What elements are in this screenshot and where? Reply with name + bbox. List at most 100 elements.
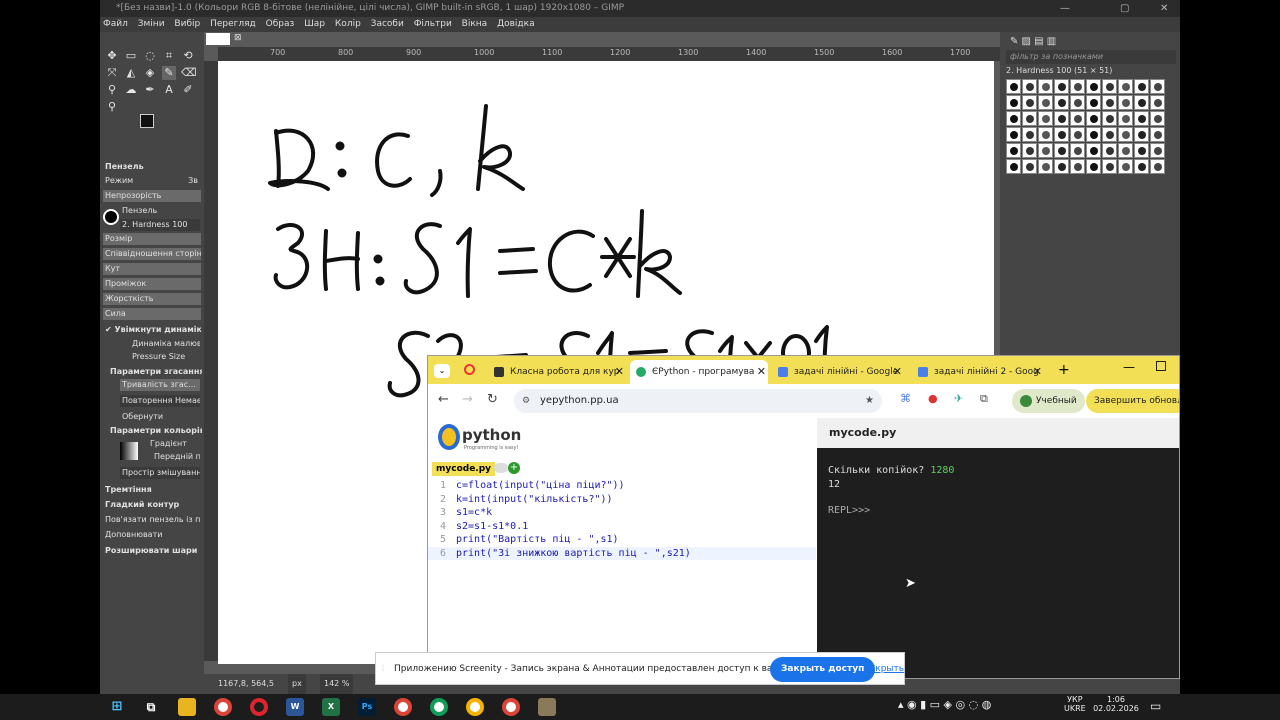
chrome-profile-icon[interactable]	[430, 698, 448, 716]
word-icon[interactable]: W	[286, 698, 304, 716]
brush-thumbnail[interactable]	[1006, 79, 1021, 94]
toggle-icon[interactable]	[494, 463, 508, 473]
text-tool-icon[interactable]: A	[162, 83, 176, 97]
brush-thumbnail[interactable]	[1006, 159, 1021, 174]
lock-brush-toggle[interactable]: Пов'язати пензель із п	[103, 514, 201, 526]
close-tab-icon[interactable]: ✕	[615, 360, 624, 384]
bucket-icon[interactable]: ◈	[143, 66, 157, 80]
extension-icon[interactable]: ✈	[954, 392, 963, 405]
fade-params-header[interactable]: Параметри згасання	[108, 366, 202, 378]
brush-thumbnail[interactable]	[1038, 143, 1053, 158]
brush-thumbnail[interactable]	[1070, 159, 1085, 174]
brush-thumbnail[interactable]	[1102, 111, 1117, 126]
tab-docs-2[interactable]: задачі лінійні 2 - Goog ✕	[912, 360, 1044, 384]
hide-link[interactable]: Скрыть	[869, 653, 904, 686]
gradient-preview-icon[interactable]	[120, 442, 138, 460]
color-picker-icon[interactable]: ✐	[181, 83, 195, 97]
finish-update-button[interactable]: Завершить обновлени	[1086, 389, 1179, 413]
menu-help[interactable]: Довідка	[497, 19, 535, 29]
brush-thumbnail[interactable]	[1038, 159, 1053, 174]
close-tab-icon[interactable]: ✕	[757, 360, 766, 384]
crop-icon[interactable]: ⌗	[162, 49, 176, 63]
bookmark-star-icon[interactable]: ★	[865, 389, 874, 413]
tab-search-icon[interactable]: ⌄	[434, 364, 450, 378]
dynamics-toggle[interactable]: ✔ Увімкнути динаміку	[103, 324, 201, 336]
jitter-toggle[interactable]: Тремтіння	[103, 484, 201, 496]
site-info-icon[interactable]: ⚙	[522, 389, 530, 413]
zoom-select[interactable]: 142 %	[320, 674, 354, 694]
start-icon[interactable]: ⊞	[108, 698, 126, 716]
brush-thumbnail[interactable]	[1118, 127, 1133, 142]
brush-thumbnail[interactable]	[1006, 95, 1021, 110]
smudge-icon[interactable]: ☁	[124, 83, 138, 97]
size-slider[interactable]: Розмір	[103, 233, 201, 245]
menu-image[interactable]: Образ	[266, 19, 295, 29]
new-tab-button[interactable]: +	[1058, 362, 1070, 378]
drag-handle-icon[interactable]: ⦙	[382, 653, 384, 686]
brush-thumbnail[interactable]	[1086, 159, 1101, 174]
brush-name-field[interactable]: 2. Hardness 100	[120, 219, 200, 231]
brush-thumbnail[interactable]	[1118, 159, 1133, 174]
fade-length-slider[interactable]: Тривалість згас...	[120, 379, 200, 391]
tab-epython[interactable]: ЄPython - програмува ✕	[630, 360, 768, 384]
code-line-5[interactable]: 5 print("Вартість піц - ",s1)	[428, 533, 816, 546]
gradient-value[interactable]: Передній пл	[152, 451, 200, 463]
rect-select-icon[interactable]: ▭	[124, 49, 138, 63]
brush-thumbnail[interactable]	[1134, 159, 1149, 174]
brush-thumbnail[interactable]	[1022, 159, 1037, 174]
brush-thumbnail[interactable]	[1006, 127, 1021, 142]
code-line-1[interactable]: 1 c=float(input("ціна піци?"))	[428, 479, 816, 492]
maximize-button[interactable]: ▢	[1120, 0, 1129, 17]
brush-thumbnail[interactable]	[1102, 79, 1117, 94]
expand-layers-toggle[interactable]: Розширювати шари	[103, 545, 201, 557]
file-tab[interactable]: mycode.py	[432, 462, 496, 476]
minimize-button[interactable]: —	[1123, 360, 1135, 374]
file-explorer-icon[interactable]	[178, 698, 196, 716]
brush-thumbnail[interactable]	[1150, 95, 1165, 110]
tab-docs-1[interactable]: задачі лінійні - Google ✕	[772, 360, 904, 384]
brush-preview-icon[interactable]	[103, 209, 119, 225]
brush-thumbnail[interactable]	[1054, 127, 1069, 142]
menu-filters[interactable]: Фільтри	[414, 19, 452, 29]
brushes-tab-icon[interactable]: ✎ ▨ ▤ ▥	[1010, 36, 1056, 47]
aspect-slider[interactable]: Співвідношення сторін	[103, 248, 201, 260]
force-slider[interactable]: Сила	[103, 308, 201, 320]
brush-thumbnail[interactable]	[1118, 111, 1133, 126]
notification-icon[interactable]: ▭	[1150, 699, 1161, 713]
menu-file[interactable]: Файл	[103, 19, 128, 29]
mode-row[interactable]: Режим Зв	[103, 175, 201, 187]
brush-thumbnail[interactable]	[1086, 111, 1101, 126]
menu-edit[interactable]: Зміни	[138, 19, 165, 29]
input-language[interactable]: УКР UKRE	[1064, 695, 1086, 713]
close-image-icon[interactable]: ⊠	[234, 33, 242, 43]
dynamics-value[interactable]: Pressure Size	[130, 351, 200, 363]
extensions-puzzle-icon[interactable]: ⧉	[980, 392, 988, 406]
brush-thumbnail[interactable]	[1022, 95, 1037, 110]
back-icon[interactable]: ←	[438, 392, 449, 407]
chrome-profile-icon[interactable]	[394, 698, 412, 716]
minimize-button[interactable]: —	[1060, 0, 1070, 17]
close-button[interactable]: ✕	[1160, 0, 1168, 17]
opacity-slider[interactable]: Непрозорість	[103, 190, 201, 202]
brush-thumbnail[interactable]	[1054, 111, 1069, 126]
brush-filter-input[interactable]: фільтр за позначками	[1006, 50, 1176, 64]
translate-icon[interactable]: ⌘	[900, 392, 911, 405]
incremental-toggle[interactable]: Доповнювати	[103, 529, 201, 541]
brush-thumbnail[interactable]	[1150, 79, 1165, 94]
zoom-icon[interactable]: ⚲	[105, 100, 119, 114]
excel-icon[interactable]: X	[322, 698, 340, 716]
tab-classroom[interactable]: Класна робота для кур ✕	[488, 360, 626, 384]
chrome-profile-icon[interactable]	[466, 698, 484, 716]
brush-thumbnail[interactable]	[1006, 111, 1021, 126]
profile-button[interactable]: Учебный	[1012, 389, 1085, 413]
path-icon[interactable]: ✒	[143, 83, 157, 97]
code-line-6[interactable]: 6 print("Зі знижкою вартість піц - ",s21)	[428, 547, 816, 560]
brush-thumbnail[interactable]	[1134, 95, 1149, 110]
opera-icon[interactable]	[250, 698, 268, 716]
smooth-toggle[interactable]: Гладкий контур	[103, 499, 201, 511]
photoshop-icon[interactable]: Ps	[358, 698, 376, 716]
brush-thumbnail[interactable]	[1070, 79, 1085, 94]
brush-thumbnail[interactable]	[1102, 95, 1117, 110]
brush-thumbnail[interactable]	[1150, 159, 1165, 174]
brush-thumbnail[interactable]	[1070, 143, 1085, 158]
